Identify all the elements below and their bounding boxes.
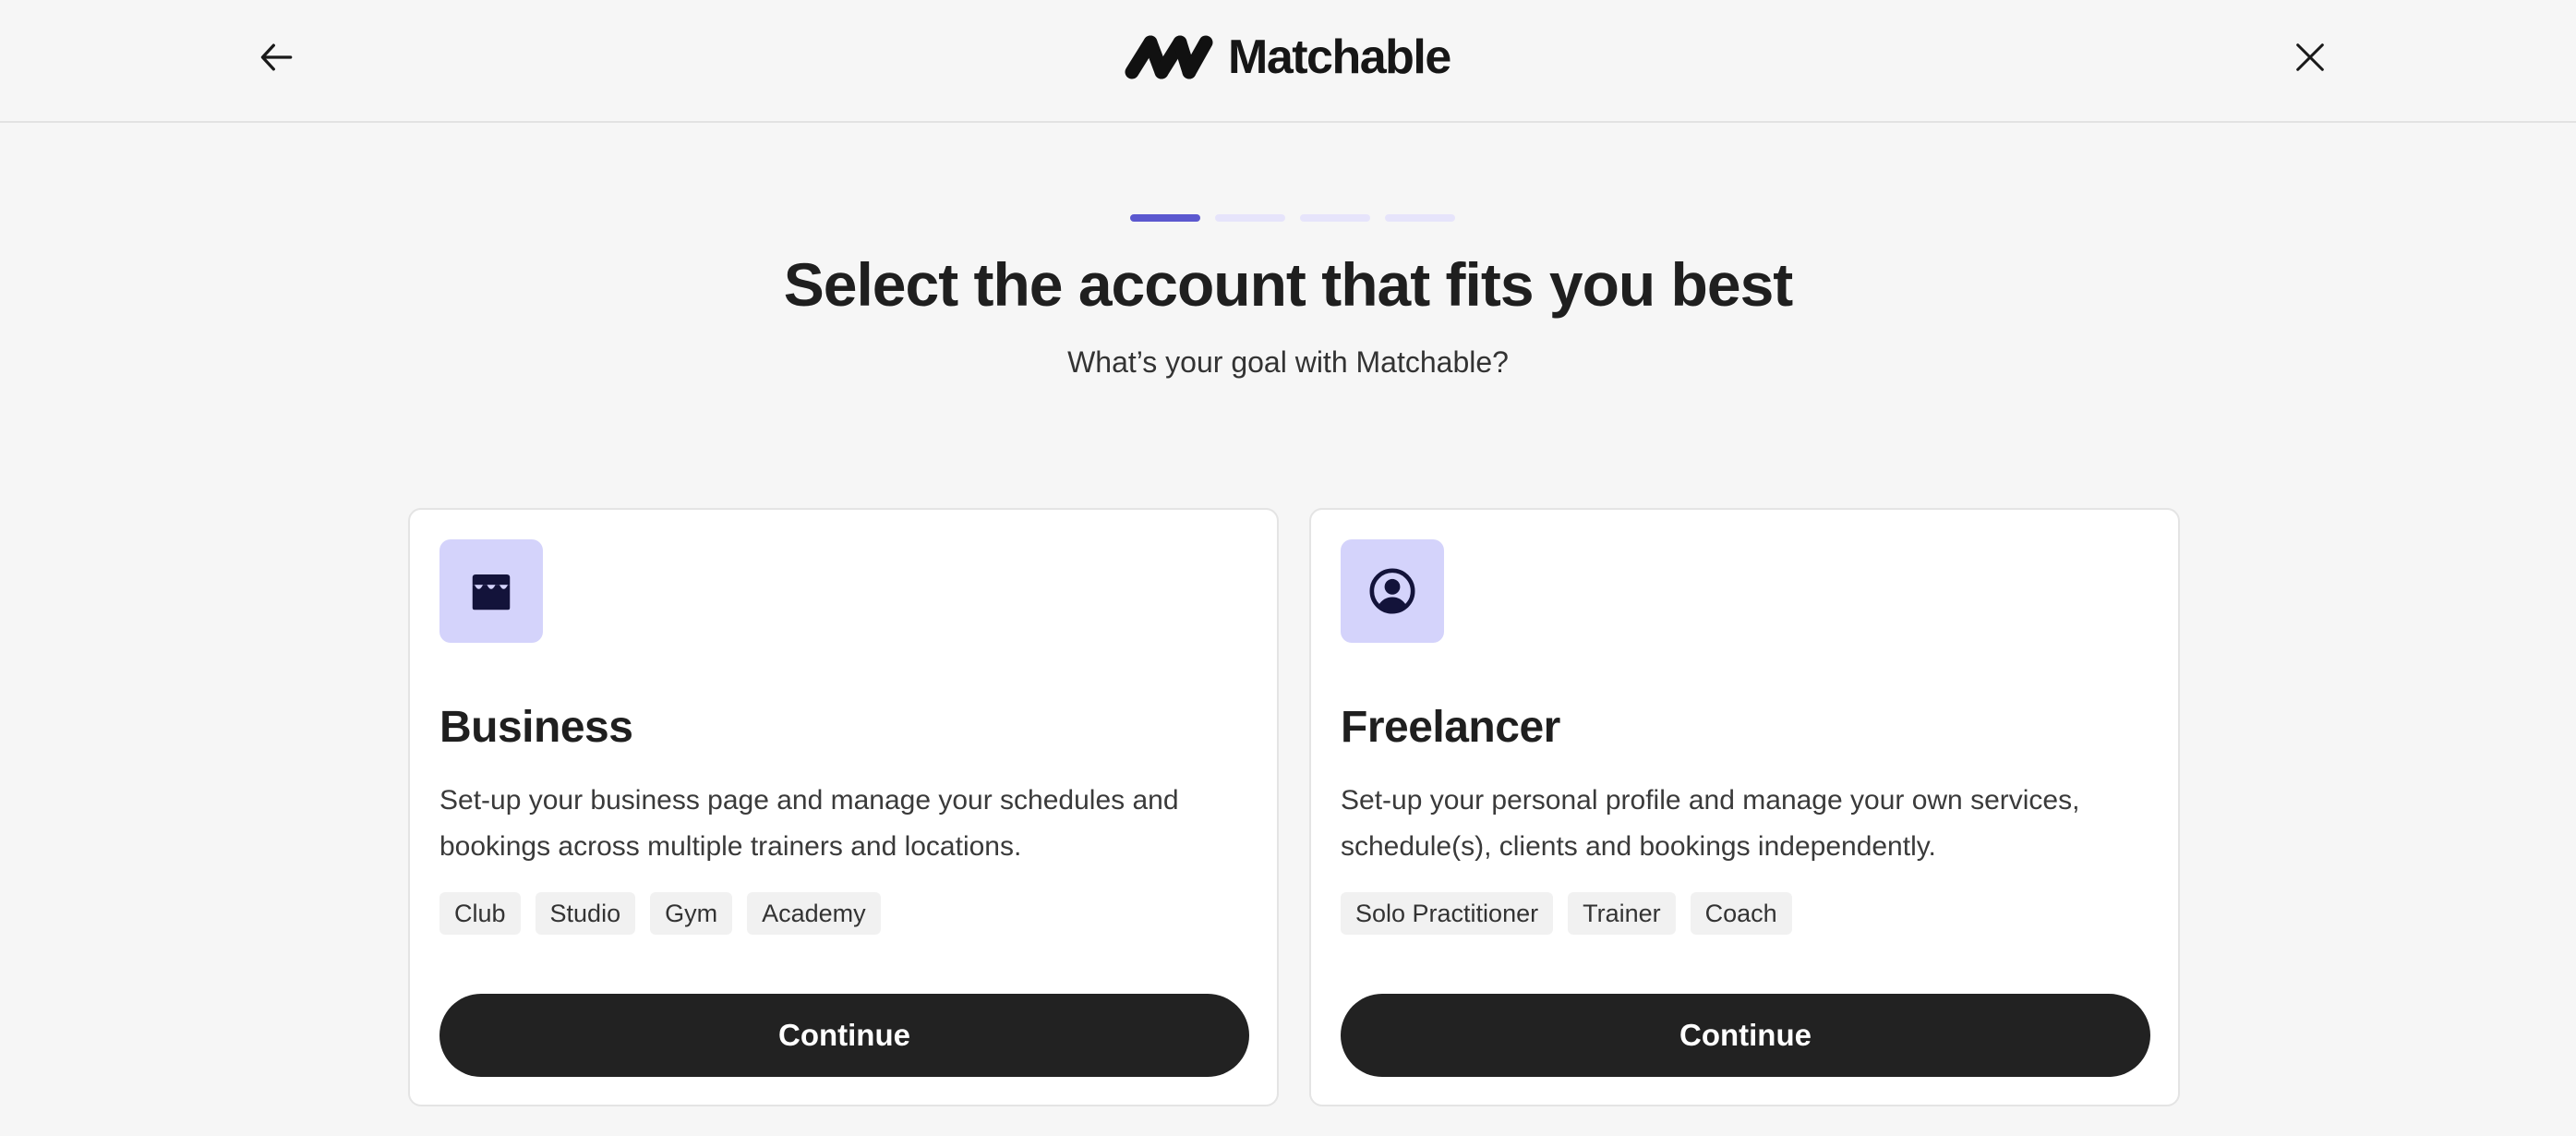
arrow-left-icon [260, 43, 293, 71]
tag: Studio [535, 892, 636, 935]
business-account-card[interactable]: Business Set-up your business page and m… [408, 508, 1279, 1106]
card-description: Set-up your business page and manage you… [439, 785, 1179, 862]
storefront-icon [472, 574, 511, 610]
page-subtitle: What’s your goal with Matchable? [1067, 345, 1509, 379]
card-title: Business [439, 703, 633, 752]
tag: Academy [747, 892, 881, 935]
tag: Solo Practitioner [1341, 892, 1554, 935]
step-progress [1130, 214, 1455, 224]
tag: Club [439, 892, 521, 935]
logo-mark-icon [1125, 35, 1213, 79]
back-button[interactable] [247, 28, 307, 87]
progress-step-3 [1300, 214, 1370, 222]
close-button[interactable] [2281, 28, 2340, 87]
progress-step-4 [1385, 214, 1455, 222]
tag-list: Club Studio Gym Academy [439, 892, 881, 935]
progress-step-2 [1215, 214, 1285, 222]
page-title: Select the account that fits you best [783, 250, 1794, 319]
top-bar: Matchable [0, 0, 2576, 123]
business-icon-tile [439, 539, 543, 643]
freelancer-icon-tile [1341, 539, 1444, 643]
card-title: Freelancer [1341, 703, 1560, 752]
progress-step-1 [1130, 214, 1200, 222]
tag: Trainer [1568, 892, 1676, 935]
matchable-logo[interactable]: Matchable [1123, 28, 1451, 87]
tag-list: Solo Practitioner Trainer Coach [1341, 892, 1792, 935]
user-circle-icon [1369, 568, 1415, 614]
freelancer-account-card[interactable]: Freelancer Set-up your personal profile … [1309, 508, 2180, 1106]
card-description: Set-up your personal profile and manage … [1341, 785, 2080, 862]
tag: Coach [1690, 892, 1792, 935]
continue-business-button[interactable]: Continue [439, 994, 1249, 1077]
continue-freelancer-button[interactable]: Continue [1341, 994, 2150, 1077]
tag: Gym [650, 892, 733, 935]
close-icon [2296, 43, 2324, 71]
logo-text: Matchable [1228, 30, 1451, 84]
